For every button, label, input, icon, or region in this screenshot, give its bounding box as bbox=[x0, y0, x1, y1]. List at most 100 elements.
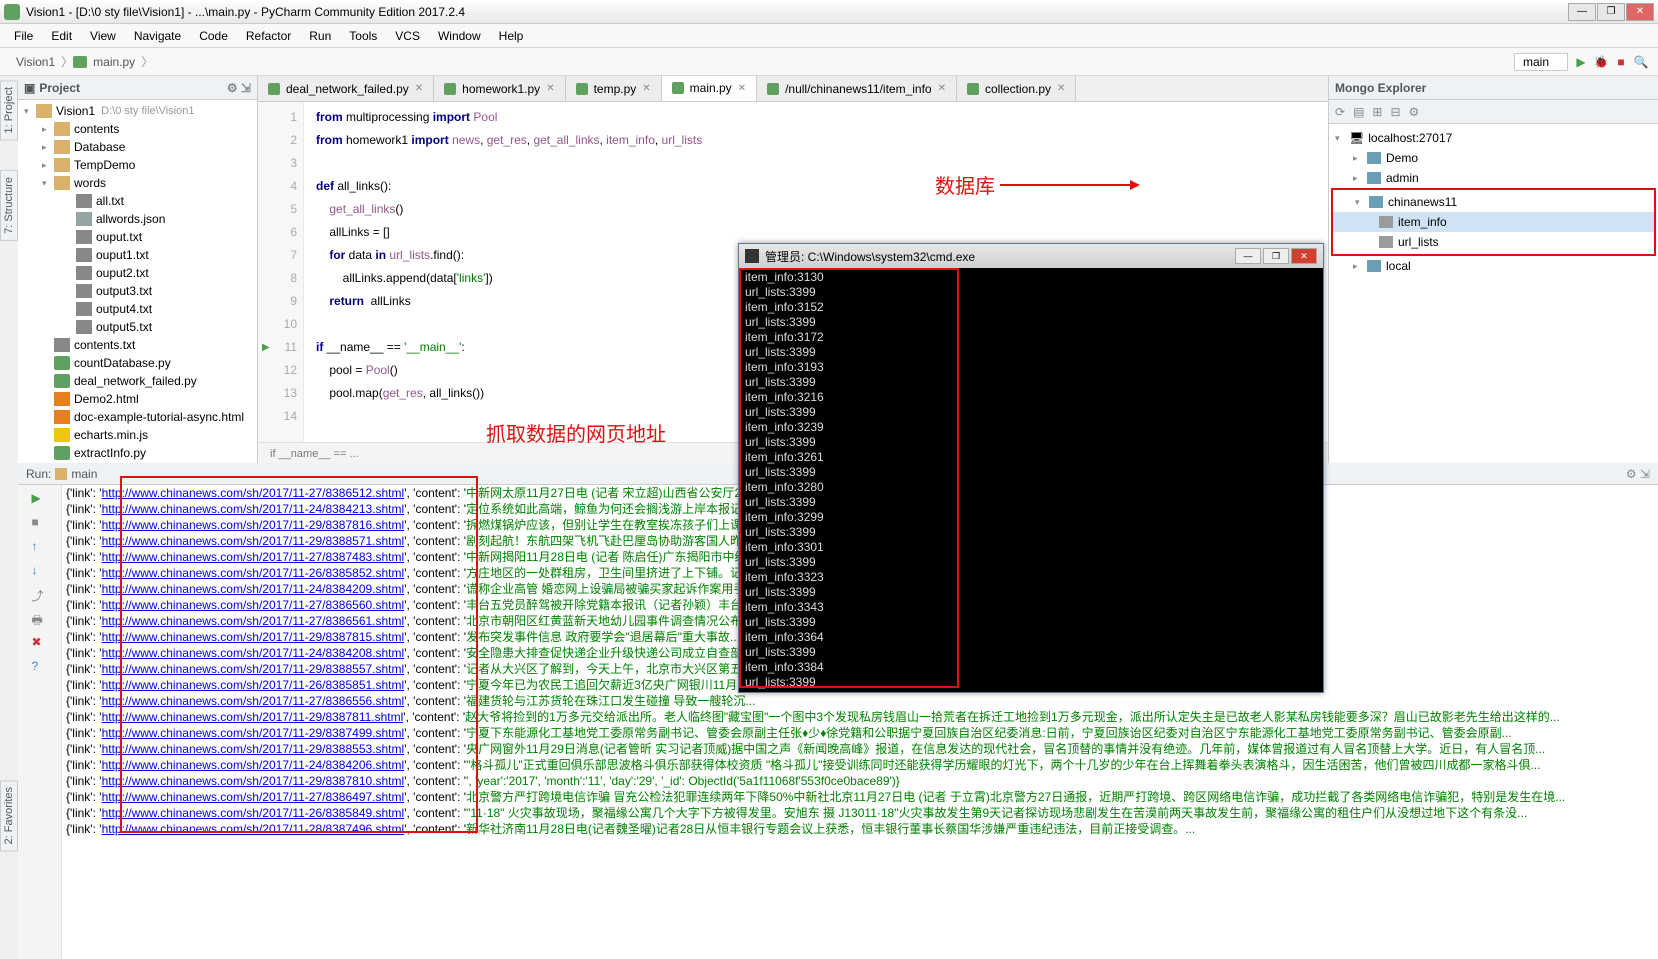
maximize-button[interactable]: ❐ bbox=[1597, 3, 1625, 21]
cmd-close-button[interactable]: ✕ bbox=[1291, 248, 1317, 264]
tree-item[interactable]: deal_network_failed.py bbox=[20, 372, 255, 390]
menu-navigate[interactable]: Navigate bbox=[126, 27, 189, 45]
help-icon[interactable]: ? bbox=[32, 659, 48, 675]
console-link[interactable]: http://www.chinanews.com/sh/2017/11-29/8… bbox=[102, 534, 405, 548]
tree-item[interactable]: countDatabase.py bbox=[20, 354, 255, 372]
console-link[interactable]: http://www.chinanews.com/sh/2017/11-24/8… bbox=[102, 646, 405, 660]
tree-item[interactable]: all.txt bbox=[20, 192, 255, 210]
tree-item[interactable]: echarts.min.js bbox=[20, 426, 255, 444]
tab-deal_network_failed.py[interactable]: deal_network_failed.py✕ bbox=[258, 76, 434, 101]
menu-run[interactable]: Run bbox=[301, 27, 339, 45]
tree-item[interactable]: ouput1.txt bbox=[20, 246, 255, 264]
cmd-titlebar[interactable]: 管理员: C:\Windows\system32\cmd.exe — ❐ ✕ bbox=[739, 244, 1323, 268]
run-config-select[interactable]: main bbox=[1514, 53, 1568, 71]
console-link[interactable]: http://www.chinanews.com/sh/2017/11-27/8… bbox=[102, 694, 405, 708]
menu-help[interactable]: Help bbox=[491, 27, 532, 45]
cmd-max-button[interactable]: ❐ bbox=[1263, 248, 1289, 264]
console-link[interactable]: http://www.chinanews.com/sh/2017/11-29/8… bbox=[102, 518, 405, 532]
close-tab-icon[interactable]: ✕ bbox=[415, 83, 423, 94]
menu-code[interactable]: Code bbox=[191, 27, 236, 45]
console-link[interactable]: http://www.chinanews.com/sh/2017/11-27/8… bbox=[102, 598, 405, 612]
tree-item[interactable]: ▾words bbox=[20, 174, 255, 192]
tree-icon[interactable]: ▤ bbox=[1353, 105, 1364, 119]
tree-item[interactable]: extractInfo.py bbox=[20, 444, 255, 462]
console-link[interactable]: http://www.chinanews.com/sh/2017/11-24/8… bbox=[102, 758, 405, 772]
menu-window[interactable]: Window bbox=[430, 27, 489, 45]
menu-view[interactable]: View bbox=[82, 27, 124, 45]
close-run-icon[interactable]: ✖ bbox=[32, 635, 48, 651]
tab-temp.py[interactable]: temp.py✕ bbox=[566, 76, 662, 101]
menu-vcs[interactable]: VCS bbox=[387, 27, 428, 45]
cmd-output[interactable]: item_info:3130url_lists:3399item_info:31… bbox=[739, 268, 1323, 692]
menu-tools[interactable]: Tools bbox=[341, 27, 385, 45]
tab-/null/chinanews11/item_info[interactable]: /null/chinanews11/item_info✕ bbox=[757, 76, 957, 101]
debug-icon[interactable]: 🐞 bbox=[1594, 55, 1608, 69]
close-tab-icon[interactable]: ✕ bbox=[938, 83, 946, 94]
console-link[interactable]: http://www.chinanews.com/sh/2017/11-29/8… bbox=[102, 710, 404, 724]
close-tab-icon[interactable]: ✕ bbox=[642, 83, 650, 94]
run-icon[interactable]: ▶ bbox=[1574, 55, 1588, 69]
tree-item[interactable]: allwords.json bbox=[20, 210, 255, 228]
print-icon[interactable]: 🖶 bbox=[32, 611, 48, 627]
console-link[interactable]: http://www.chinanews.com/sh/2017/11-26/8… bbox=[102, 678, 405, 692]
refresh-icon[interactable]: ⟳ bbox=[1335, 105, 1345, 119]
console-link[interactable]: http://www.chinanews.com/sh/2017/11-29/8… bbox=[102, 742, 405, 756]
close-tab-icon[interactable]: ✕ bbox=[546, 83, 554, 94]
console-link[interactable]: http://www.chinanews.com/sh/2017/11-26/8… bbox=[102, 806, 405, 820]
console-link[interactable]: http://www.chinanews.com/sh/2017/11-29/8… bbox=[102, 662, 405, 676]
sidetab-structure[interactable]: 7: Structure bbox=[0, 170, 18, 241]
delete-icon[interactable]: ⊟ bbox=[1390, 105, 1400, 119]
close-tab-icon[interactable]: ✕ bbox=[738, 83, 746, 94]
mongo-tree[interactable]: ▾🖥 localhost:27017 ▸Demo ▸admin ▾chinane… bbox=[1329, 124, 1658, 464]
stop-icon[interactable]: ■ bbox=[1614, 55, 1628, 69]
cmd-min-button[interactable]: — bbox=[1235, 248, 1261, 264]
console-link[interactable]: http://www.chinanews.com/sh/2017/11-26/8… bbox=[102, 566, 405, 580]
tree-item[interactable]: doc-example-tutorial-async.html bbox=[20, 408, 255, 426]
tree-item[interactable]: output5.txt bbox=[20, 318, 255, 336]
tree-item[interactable]: ▸Database bbox=[20, 138, 255, 156]
mongo-panel-header: Mongo Explorer bbox=[1329, 76, 1658, 100]
console-link[interactable]: http://www.chinanews.com/sh/2017/11-27/8… bbox=[102, 550, 405, 564]
down-icon[interactable]: ↓ bbox=[32, 563, 48, 579]
console-link[interactable]: http://www.chinanews.com/sh/2017/11-28/8… bbox=[102, 822, 405, 836]
minimize-button[interactable]: — bbox=[1568, 3, 1596, 21]
console-link[interactable]: http://www.chinanews.com/sh/2017/11-29/8… bbox=[102, 630, 405, 644]
tree-item[interactable]: output4.txt bbox=[20, 300, 255, 318]
console-link[interactable]: http://www.chinanews.com/sh/2017/11-27/8… bbox=[102, 486, 405, 500]
sidetab-project[interactable]: 1: Project bbox=[0, 80, 18, 140]
menu-refactor[interactable]: Refactor bbox=[238, 27, 299, 45]
tab-collection.py[interactable]: collection.py✕ bbox=[957, 76, 1076, 101]
console-link[interactable]: http://www.chinanews.com/sh/2017/11-29/8… bbox=[102, 774, 405, 788]
breadcrumb-file[interactable]: main.py bbox=[87, 53, 141, 71]
tab-homework1.py[interactable]: homework1.py✕ bbox=[434, 76, 565, 101]
tree-item[interactable]: Demo2.html bbox=[20, 390, 255, 408]
console-link[interactable]: http://www.chinanews.com/sh/2017/11-29/8… bbox=[102, 726, 405, 740]
stop-run-icon[interactable]: ■ bbox=[32, 515, 48, 531]
console-link[interactable]: http://www.chinanews.com/sh/2017/11-24/8… bbox=[102, 502, 405, 516]
search-icon[interactable]: 🔍 bbox=[1634, 55, 1648, 69]
tree-item[interactable]: ▸TempDemo bbox=[20, 156, 255, 174]
cmd-window[interactable]: 管理员: C:\Windows\system32\cmd.exe — ❐ ✕ i… bbox=[738, 243, 1324, 693]
up-icon[interactable]: ↑ bbox=[32, 539, 48, 555]
project-tree[interactable]: ▾Vision1D:\0 sty file\Vision1▸contents▸D… bbox=[18, 100, 257, 464]
tree-item[interactable]: ▾Vision1D:\0 sty file\Vision1 bbox=[20, 102, 255, 120]
menu-file[interactable]: File bbox=[6, 27, 41, 45]
rerun-icon[interactable]: ▶ bbox=[32, 491, 48, 507]
console-link[interactable]: http://www.chinanews.com/sh/2017/11-24/8… bbox=[102, 582, 405, 596]
tree-item[interactable]: ouput.txt bbox=[20, 228, 255, 246]
tree-item[interactable]: ouput2.txt bbox=[20, 264, 255, 282]
breadcrumb-root[interactable]: Vision1 bbox=[10, 53, 61, 71]
export-icon[interactable]: ⤴ bbox=[32, 587, 48, 603]
console-link[interactable]: http://www.chinanews.com/sh/2017/11-27/8… bbox=[102, 790, 405, 804]
tree-item[interactable]: contents.txt bbox=[20, 336, 255, 354]
add-icon[interactable]: ⊞ bbox=[1372, 105, 1382, 119]
console-link[interactable]: http://www.chinanews.com/sh/2017/11-27/8… bbox=[102, 614, 405, 628]
tree-item[interactable]: output3.txt bbox=[20, 282, 255, 300]
settings-icon[interactable]: ⚙ bbox=[1409, 105, 1420, 119]
sidetab-favorites[interactable]: 2: Favorites bbox=[0, 780, 18, 851]
tree-item[interactable]: ▸contents bbox=[20, 120, 255, 138]
close-tab-icon[interactable]: ✕ bbox=[1057, 83, 1065, 94]
tab-main.py[interactable]: main.py✕ bbox=[662, 76, 757, 101]
menu-edit[interactable]: Edit bbox=[43, 27, 80, 45]
close-button[interactable]: ✕ bbox=[1626, 3, 1654, 21]
